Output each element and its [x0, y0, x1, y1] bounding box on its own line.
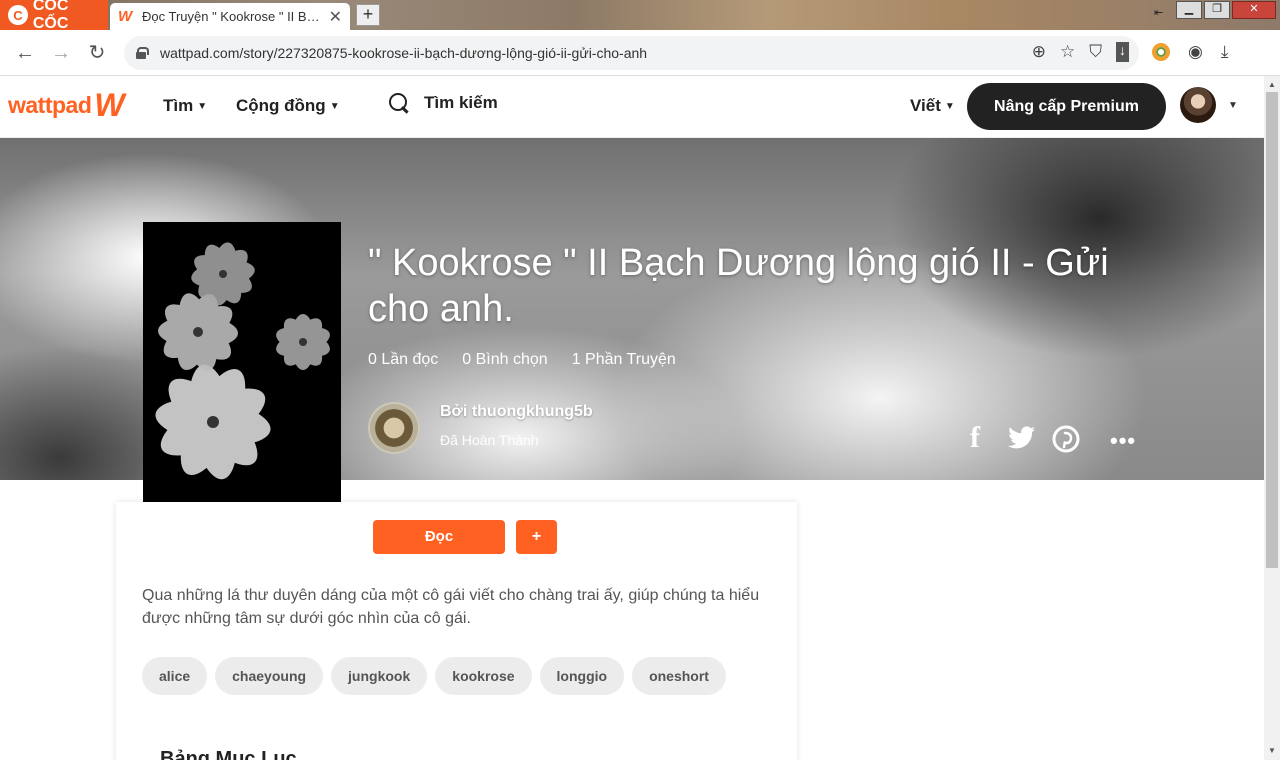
wattpad-favicon-icon: W — [118, 7, 133, 25]
forward-arrow-icon[interactable]: → — [48, 40, 74, 66]
tag-list: alice chaeyoung jungkook kookrose longgi… — [142, 657, 726, 695]
scroll-up-icon[interactable]: ▲ — [1268, 80, 1276, 89]
coccoc-brand-button[interactable]: C CỐC CỐC — [0, 0, 108, 32]
nav-discover-label: Tìm — [163, 96, 194, 115]
scroll-down-icon[interactable]: ▼ — [1268, 746, 1276, 755]
browser-tab-active[interactable]: W Đọc Truyện " Kookrose " II Bạch Dương … — [110, 3, 350, 30]
wattpad-w-icon: W — [94, 87, 125, 123]
logo-word: wattpad — [8, 91, 92, 118]
tag-chip[interactable]: oneshort — [632, 657, 726, 695]
tab-title: Đọc Truyện " Kookrose " II Bạch Dương lộ… — [142, 9, 321, 24]
minimize-icon[interactable]: ▁ — [1176, 1, 1202, 19]
restore-down-icon[interactable]: ⇤ — [1154, 6, 1163, 19]
search-label: Tìm kiếm — [424, 93, 498, 112]
address-bar[interactable]: wattpad.com/story/227320875-kookrose-ii-… — [124, 36, 1139, 70]
wattpad-header: wattpad W Tìm ▼ Cộng đồng ▼ Tìm kiếm Viết ▼… — [0, 76, 1264, 138]
author-name[interactable]: Bởi thuongkhung5b — [440, 403, 593, 421]
facebook-share-icon[interactable]: f — [970, 421, 980, 455]
scrollbar-thumb[interactable] — [1266, 92, 1278, 568]
user-avatar[interactable] — [1180, 87, 1216, 123]
new-tab-button[interactable]: + — [356, 4, 380, 26]
back-arrow-icon[interactable]: ← — [12, 40, 38, 66]
download-video-icon[interactable]: ↓ — [1116, 42, 1129, 62]
reload-icon[interactable]: ↻ — [84, 40, 110, 66]
zoom-icon[interactable]: ⊕ — [1032, 42, 1046, 62]
tag-chip[interactable]: kookrose — [435, 657, 532, 695]
add-to-library-button[interactable]: + — [516, 520, 557, 554]
coccoc-extension-icon[interactable] — [1152, 43, 1170, 61]
nav-write-label: Viết — [910, 96, 941, 115]
bookmark-star-icon[interactable]: ☆ — [1060, 42, 1075, 62]
table-of-contents-heading: Bảng Mục Lục — [160, 748, 297, 760]
reads-count: 0 Lần đọc — [368, 351, 439, 368]
tag-chip[interactable]: longgio — [539, 657, 625, 695]
more-options-icon[interactable]: ••• — [1110, 428, 1136, 454]
completion-status: Đã Hoàn Thành — [440, 432, 539, 448]
browser-titlebar: C CỐC CỐC W Đọc Truyện " Kookrose " II B… — [0, 0, 1280, 32]
tag-chip[interactable]: chaeyoung — [215, 657, 324, 695]
story-description: Qua những lá thư duyên dáng của một cô g… — [142, 587, 760, 627]
nav-community[interactable]: Cộng đồng ▼ — [236, 96, 340, 116]
profile-icon[interactable]: ◉ — [1188, 42, 1203, 62]
brand-label: CỐC CỐC — [32, 0, 69, 32]
read-button[interactable]: Đọc — [373, 520, 505, 554]
coccoc-logo-icon: C — [8, 5, 28, 25]
search-icon — [388, 92, 410, 114]
parts-count: 1 Phần Truyện — [571, 351, 676, 368]
twitter-share-icon[interactable] — [1008, 426, 1036, 450]
premium-upgrade-button[interactable]: Nâng cấp Premium — [967, 83, 1166, 130]
shield-icon[interactable]: ⛉ — [1089, 42, 1102, 62]
story-title: " Kookrose " II Bạch Dương lộng gió II -… — [368, 242, 1109, 330]
author-avatar[interactable] — [368, 402, 420, 454]
downloads-icon[interactable]: ⤓ — [1221, 42, 1229, 62]
pinterest-share-icon[interactable] — [1052, 425, 1080, 453]
nav-community-label: Cộng đồng — [236, 96, 326, 115]
wattpad-logo[interactable]: wattpad W — [8, 87, 125, 123]
tag-chip[interactable]: alice — [142, 657, 208, 695]
chevron-down-icon[interactable]: ▼ — [1228, 100, 1238, 111]
close-window-icon[interactable]: ✕ — [1232, 1, 1276, 19]
lock-icon — [136, 47, 149, 59]
search-button[interactable]: Tìm kiếm — [388, 92, 498, 114]
nav-discover[interactable]: Tìm ▼ — [163, 96, 207, 116]
story-cover-image[interactable] — [143, 222, 341, 531]
chevron-down-icon: ▼ — [329, 101, 340, 112]
window-controls: ▁ ❐ ✕ — [1176, 1, 1276, 19]
tag-chip[interactable]: jungkook — [331, 657, 428, 695]
story-stats: 0 Lần đọc 0 Bình chọn 1 Phần Truyện — [368, 351, 676, 369]
nav-write[interactable]: Viết ▼ — [910, 96, 955, 116]
tab-close-icon[interactable]: ✕ — [329, 7, 342, 27]
cover-flowers-illustration — [143, 222, 341, 531]
votes-count: 0 Bình chọn — [462, 351, 548, 368]
maximize-icon[interactable]: ❐ — [1204, 1, 1230, 19]
chevron-down-icon: ▼ — [197, 101, 208, 112]
chevron-down-icon: ▼ — [944, 101, 955, 112]
url-text: wattpad.com/story/227320875-kookrose-ii-… — [160, 45, 648, 61]
page-scrollbar[interactable]: ▲ ▼ — [1264, 76, 1280, 760]
browser-toolbar: ← → ↻ wattpad.com/story/227320875-kookro… — [0, 30, 1280, 76]
